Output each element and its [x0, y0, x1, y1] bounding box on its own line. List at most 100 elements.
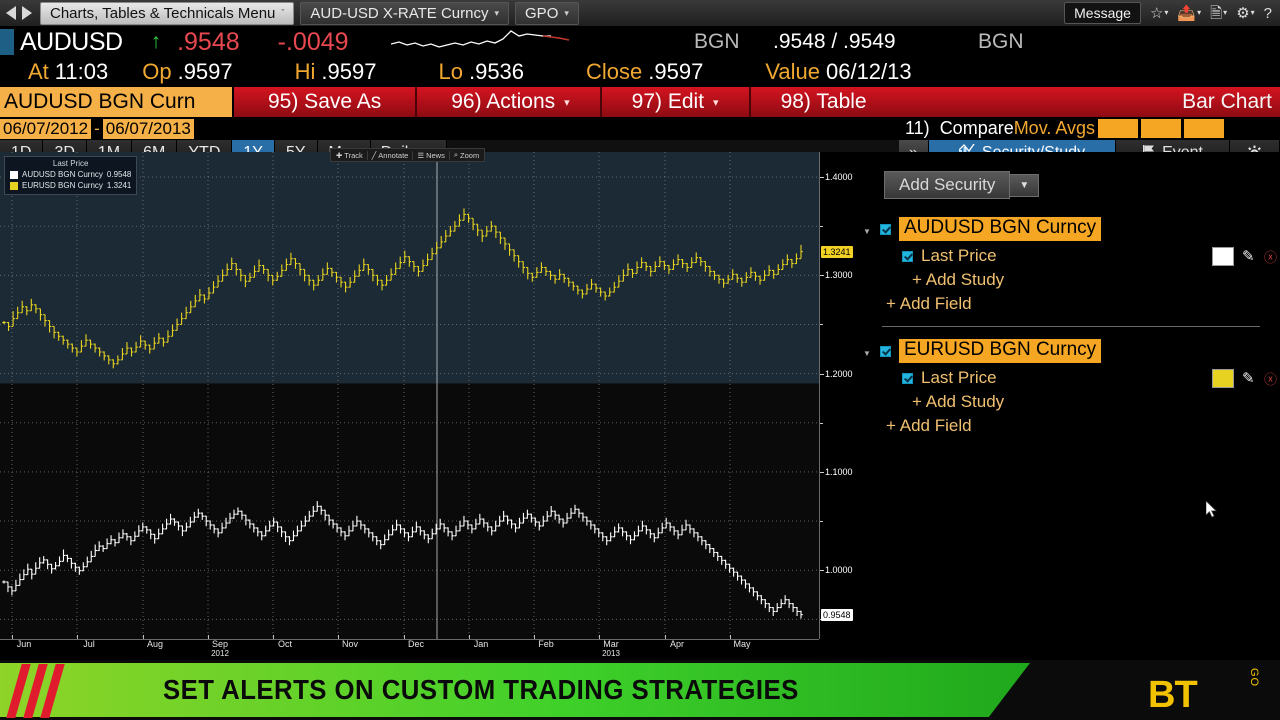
date-start-input[interactable]: 06/07/2012 — [0, 118, 92, 139]
legend-swatch — [10, 170, 18, 179]
tab-label: Charts, Tables & Technicals Menu — [50, 4, 276, 22]
x-axis-label: Dec — [407, 639, 425, 649]
save-as-label: 95) Save As — [268, 90, 382, 113]
field-checkbox[interactable] — [902, 250, 913, 262]
zoom-tool[interactable]: ⌕ Zoom — [450, 150, 483, 160]
x-axis-label: Jul — [83, 639, 95, 649]
compare-number: 11) — [905, 118, 930, 138]
x-axis-label: Aug — [146, 639, 164, 649]
compare-controls: 11) Compare Mov. Avgs — [905, 117, 1225, 140]
tab-aud-usd-xrate-curncy[interactable]: AUD-USD X-RATE Curncy ▾ — [300, 1, 510, 25]
disclosure-triangle-icon[interactable]: ▼ — [863, 227, 871, 236]
orange-field-1[interactable] — [1098, 119, 1139, 138]
track-tool[interactable]: ✚ Track — [332, 150, 368, 160]
tab-charts-tables-technicals-menu[interactable]: Charts, Tables & Technicals Menu ˇ — [40, 1, 295, 25]
legend-value: 1.3241 — [106, 181, 132, 190]
annotate-tool[interactable]: ╱ Annotate — [368, 150, 414, 160]
pencil-icon[interactable]: ✎ — [1242, 247, 1255, 265]
zoom-icon: ⌕ — [453, 150, 459, 159]
security-header[interactable]: AUDUSD BGN Curncy — [864, 217, 1280, 241]
message-button[interactable]: Message — [1064, 2, 1141, 24]
mov-avgs-button[interactable]: Mov. Avgs — [1014, 118, 1095, 139]
series-color-swatch[interactable] — [1212, 246, 1234, 266]
x-axis-label: Jun — [16, 639, 32, 649]
low-label: Lo — [438, 59, 463, 84]
plus-icon: + — [886, 416, 896, 435]
plus-icon: + — [912, 392, 922, 411]
add-study-button[interactable]: + Add Study — [864, 270, 1280, 290]
chart-x-axis: Jun Jul Aug Sep Oct Nov Dec Jan Feb Mar Apr May 2012… — [0, 635, 854, 660]
bottom-ad-banner: SET ALERTS ON CUSTOM TRADING STRATEGIES … — [0, 660, 1280, 720]
chart-legend: Last Price AUDUSD BGN Curncy 0.9548 EURU… — [4, 156, 138, 195]
banner-stripes — [6, 660, 74, 720]
news-icon: ☰ — [417, 150, 425, 160]
add-field-button[interactable]: + Add Field — [864, 294, 1280, 314]
orange-field-2[interactable] — [1141, 119, 1182, 138]
add-study-button[interactable]: + Add Study — [864, 392, 1280, 412]
security-name: AUDUSD BGN Curncy — [899, 217, 1102, 241]
delete-icon[interactable]: ⓧ — [1264, 247, 1277, 266]
zoom-label: Zoom — [460, 150, 480, 160]
bt-logo: BT — [1148, 674, 1198, 716]
help-icon[interactable]: ? — [1264, 6, 1272, 21]
edit-label: 97) Edit — [631, 90, 705, 113]
orange-field-3[interactable] — [1184, 119, 1225, 138]
bgn-source-left: BGN — [694, 30, 740, 53]
add-field-label: Add Field — [899, 416, 972, 435]
x-axis-year-label: 2013 — [602, 649, 620, 658]
command-bar-actions: 95) Save As 96) Actions ▾ 97) Edit ▾ 98)… — [234, 87, 1280, 117]
table-label: 98) Table — [780, 90, 867, 113]
y-axis-minor-tick — [820, 521, 823, 523]
legend-row-audusd: AUDUSD BGN Curncy 0.9548 — [10, 169, 131, 180]
save-as-button[interactable]: 95) Save As — [268, 90, 381, 114]
open-value: .9597 — [177, 59, 233, 84]
delete-icon[interactable]: ⓧ — [1264, 369, 1277, 388]
x-axis-year-label: 2012 — [211, 649, 229, 658]
add-security-control: Add Security ▼ — [884, 171, 1280, 199]
back-arrow-icon[interactable] — [6, 6, 16, 20]
pencil-icon[interactable]: ✎ — [1242, 369, 1255, 387]
go-logo: GO — [1248, 668, 1260, 688]
y-axis-tick — [820, 275, 824, 277]
security-study-panel: Add Security ▼ ▼ AUDUSD BGN Curncy Last … — [854, 152, 1280, 660]
y-axis-minor-tick — [820, 422, 823, 424]
y-axis-label: 1.1000 — [825, 466, 853, 477]
compare-button[interactable]: Compare — [940, 118, 1014, 139]
banner-text: SET ALERTS ON CUSTOM TRADING STRATEGIES — [163, 674, 799, 705]
chart-mini-toolbar: ✚ Track ╱ Annotate ☰ News ⌕ Zoom — [330, 148, 486, 162]
export-icon[interactable]: 📤 ▾ — [1177, 6, 1201, 21]
close-value: .9597 — [648, 59, 704, 84]
security-checkbox[interactable] — [880, 223, 891, 235]
tab-gpo[interactable]: GPO ▾ — [515, 1, 579, 25]
document-icon[interactable]: 🗎 ▾ — [1210, 6, 1227, 21]
tab-label: GPO — [525, 4, 559, 22]
add-security-dropdown[interactable]: ▼ — [1010, 173, 1040, 197]
series-color-swatch[interactable] — [1212, 368, 1234, 388]
security-chip[interactable]: AUDUSD BGN Curn — [0, 87, 234, 117]
chart-type-label: Bar Chart — [1182, 90, 1272, 113]
star-icon[interactable]: ☆ ▾ — [1150, 6, 1168, 21]
high-value: .9597 — [321, 59, 377, 84]
chart-plot[interactable] — [0, 152, 819, 639]
actions-label: 96) Actions — [451, 90, 556, 113]
x-axis-label: Sep — [211, 639, 229, 649]
actions-button[interactable]: 96) Actions ▾ — [451, 90, 569, 114]
date-end-input[interactable]: 06/07/2013 — [102, 118, 194, 139]
disclosure-triangle-icon[interactable]: ▼ — [863, 349, 871, 358]
add-field-button[interactable]: + Add Field — [864, 416, 1280, 436]
top-tab-bar: Charts, Tables & Technicals Menu ˇ AUD-U… — [0, 0, 1280, 27]
chart-y-axis: 1.4000 1.3000 1.2000 1.1000 1.0000 1.3241 0.95… — [819, 152, 854, 639]
field-checkbox[interactable] — [902, 372, 913, 384]
table-button[interactable]: 98) Table — [781, 90, 867, 114]
security-checkbox[interactable] — [880, 345, 891, 357]
edit-button[interactable]: 97) Edit ▾ — [632, 90, 719, 114]
y-axis-label: 1.0000 — [825, 565, 853, 576]
security-header[interactable]: EURUSD BGN Curncy — [864, 339, 1280, 363]
add-security-button[interactable]: Add Security — [884, 171, 1011, 199]
gear-icon[interactable]: ⚙ ▾ — [1236, 6, 1254, 21]
add-study-label: Add Study — [925, 392, 1005, 411]
y-axis-tick — [820, 471, 824, 473]
forward-arrow-icon[interactable] — [22, 6, 32, 20]
quote-header: AUDUSD ↑ .9548 -.0049 BGN .9548 / .9549 … — [0, 27, 1280, 57]
news-tool[interactable]: ☰ News — [413, 150, 450, 160]
